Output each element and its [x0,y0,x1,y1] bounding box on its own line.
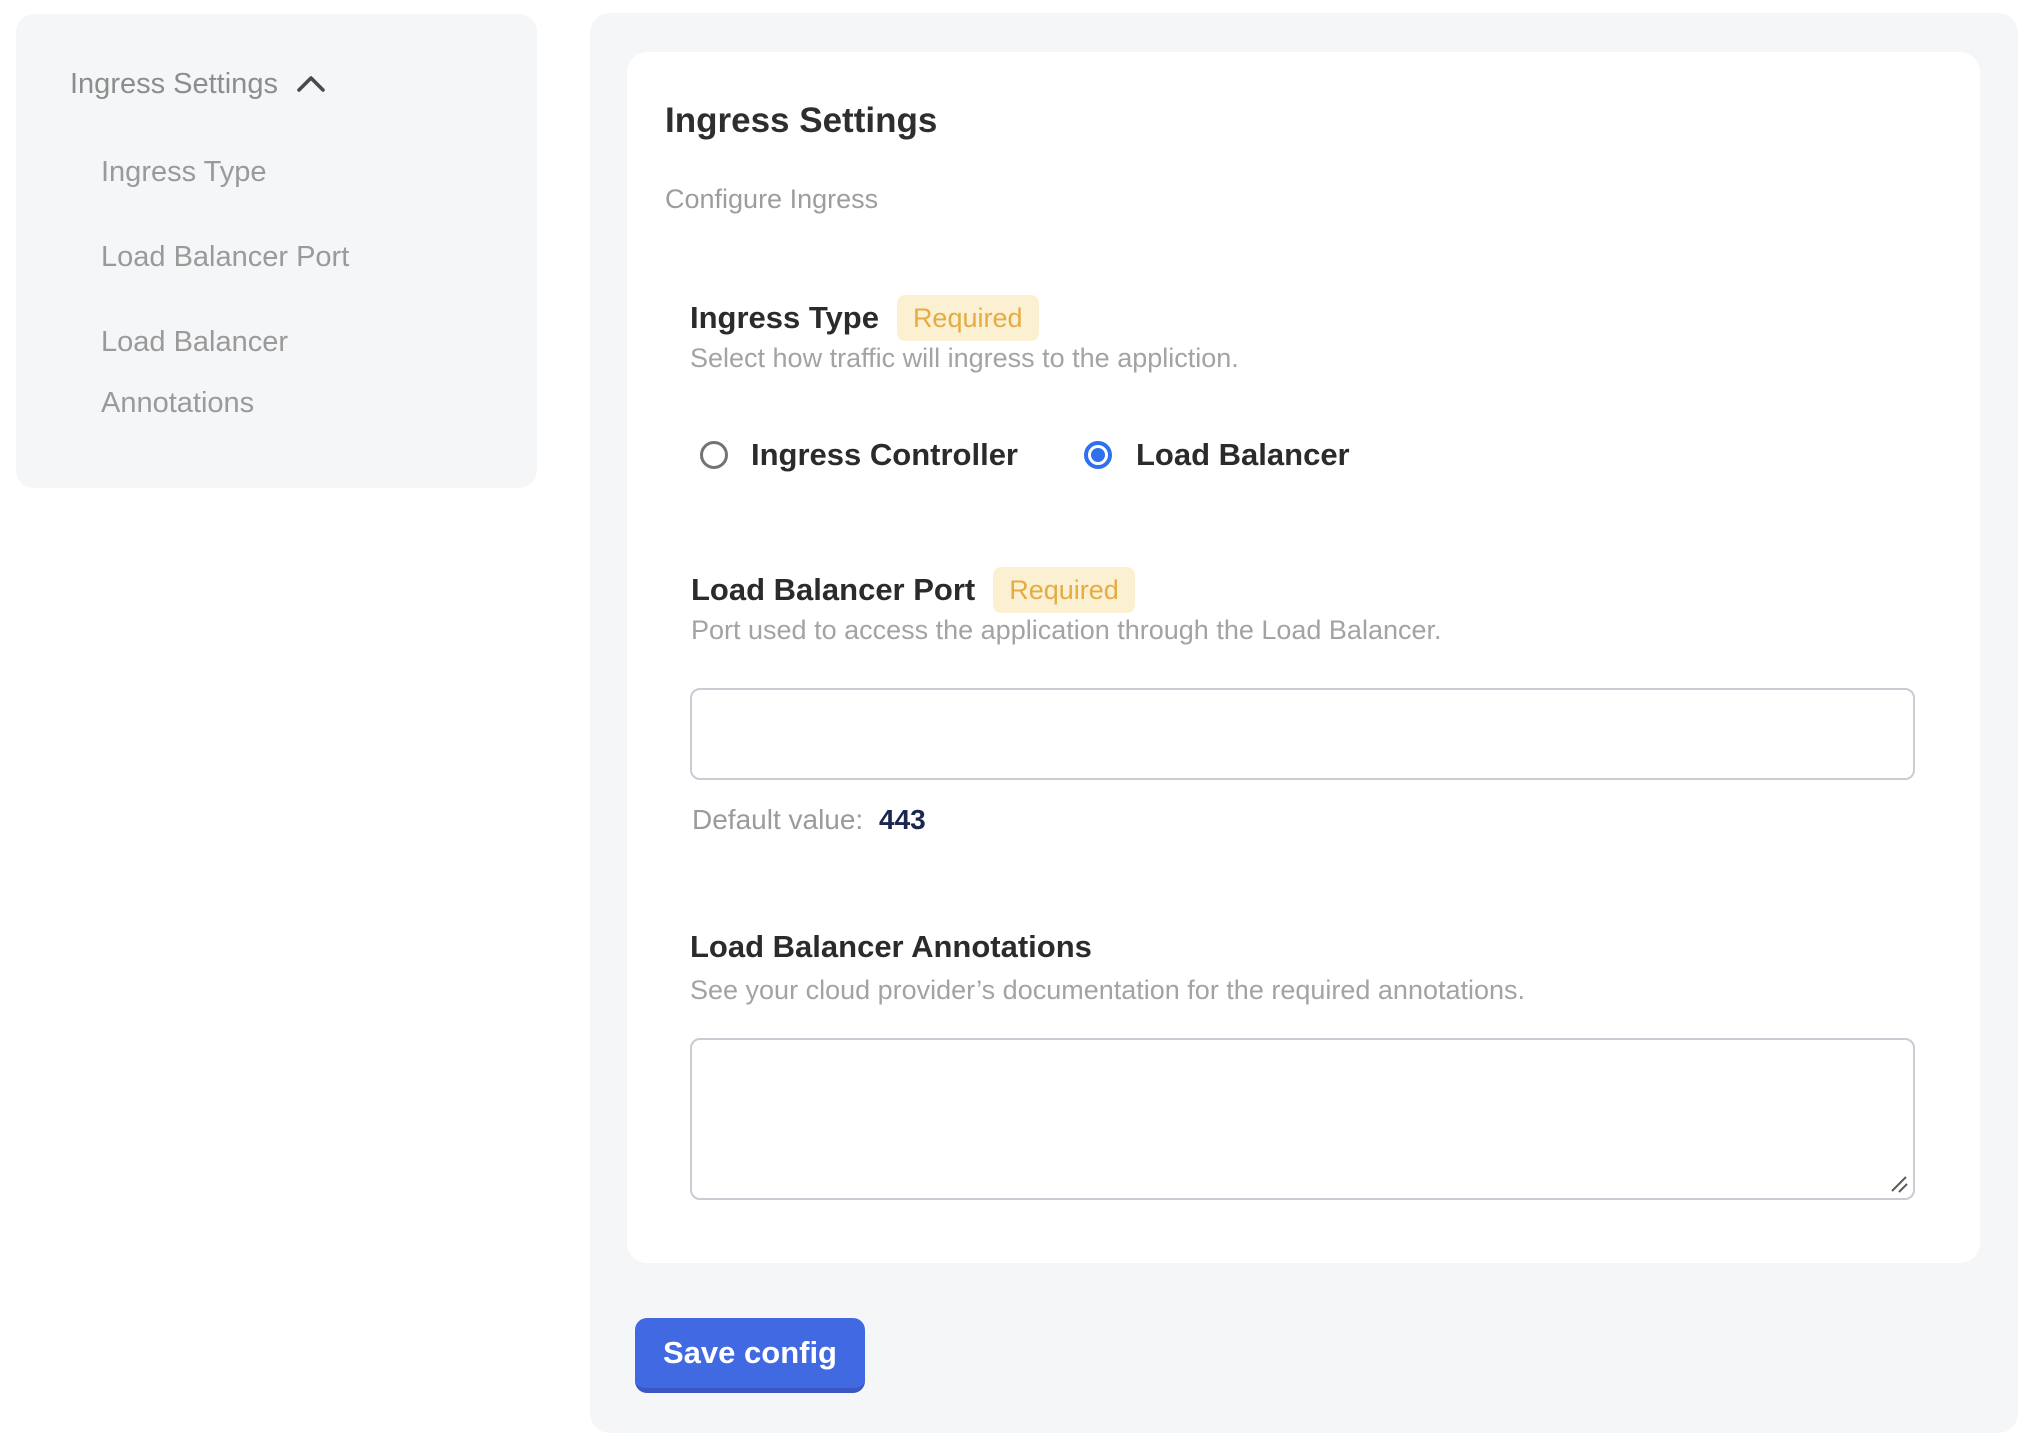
required-badge: Required [993,567,1135,613]
sidebar-item-load-balancer-port[interactable]: Load Balancer Port [101,227,349,288]
ingress-type-heading-row: Ingress Type Required [690,295,1039,341]
default-value-label: Default value: [692,804,863,835]
lb-annotations-field-wrap [690,1038,1915,1200]
lb-port-default-line: Default value: 443 [692,802,926,837]
ingress-type-radio-group: Ingress Controller Load Balancer [700,437,1350,473]
page-title: Ingress Settings [665,100,937,142]
required-badge: Required [897,295,1039,341]
ingress-type-description: Select how traffic will ingress to the a… [690,341,1239,375]
radio-label-ingress-controller[interactable]: Ingress Controller [751,437,1018,473]
resize-grip-icon[interactable] [1888,1173,1910,1195]
sidebar-group-ingress-settings[interactable]: Ingress Settings [70,66,326,102]
radio-load-balancer[interactable] [1084,441,1112,469]
main-panel: Ingress Settings Configure Ingress Ingre… [590,13,2018,1433]
default-value: 443 [879,804,926,835]
sidebar-group-label: Ingress Settings [70,66,278,102]
settings-sidebar: Ingress Settings Ingress Type Load Balan… [16,14,537,488]
radio-selected-dot-icon [1091,448,1105,462]
ingress-type-heading: Ingress Type [690,299,879,337]
lb-annotations-heading: Load Balancer Annotations [690,928,1092,966]
ingress-settings-card: Ingress Settings Configure Ingress Ingre… [627,52,1980,1263]
lb-port-input[interactable] [690,688,1915,780]
lb-annotations-textarea[interactable] [690,1038,1915,1200]
radio-ingress-controller[interactable] [700,441,728,469]
lb-port-heading: Load Balancer Port [691,571,975,609]
chevron-up-icon [296,75,326,93]
lb-annotations-description: See your cloud provider’s documentation … [690,973,1525,1007]
lb-annotations-heading-row: Load Balancer Annotations [690,928,1092,966]
page-subtitle: Configure Ingress [665,182,878,216]
radio-label-load-balancer[interactable]: Load Balancer [1136,437,1350,473]
sidebar-item-ingress-type[interactable]: Ingress Type [101,142,267,203]
lb-port-heading-row: Load Balancer Port Required [691,567,1135,613]
save-config-button[interactable]: Save config [635,1318,865,1393]
lb-port-description: Port used to access the application thro… [691,613,1442,647]
sidebar-item-load-balancer-annotations[interactable]: Load Balancer Annotations [101,312,421,434]
